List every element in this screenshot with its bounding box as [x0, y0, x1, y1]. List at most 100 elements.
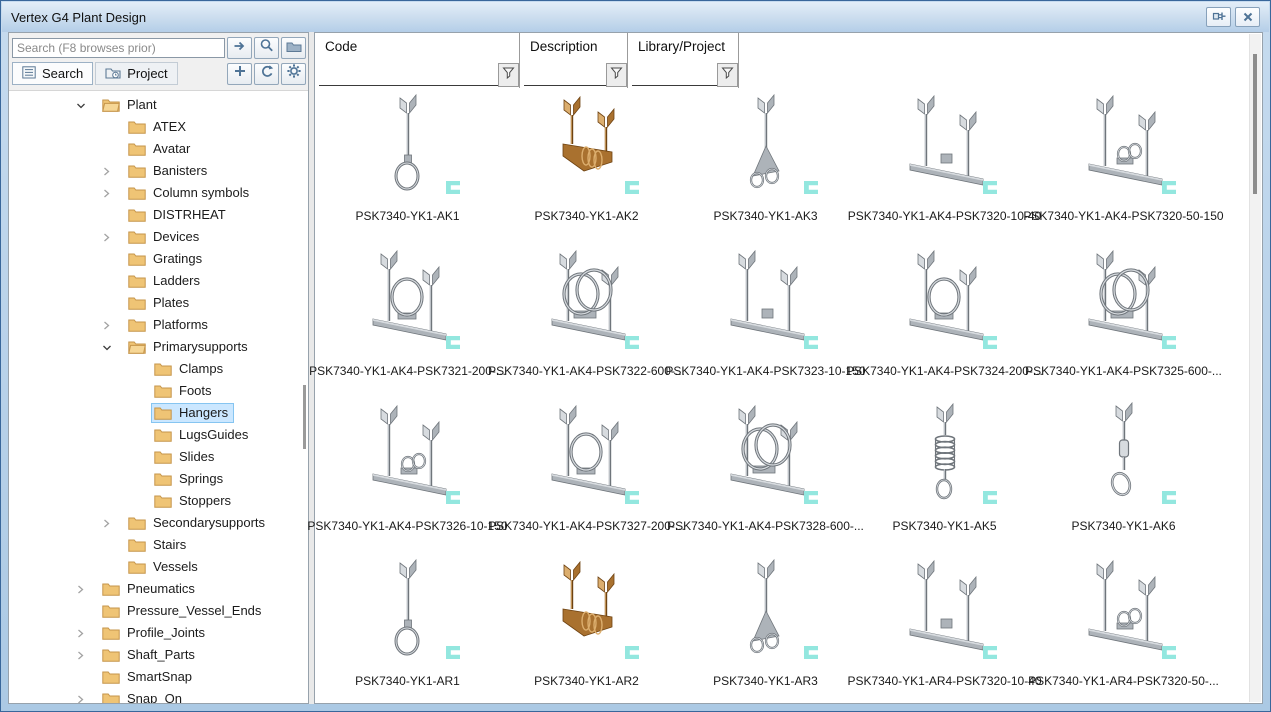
chevron-right-icon[interactable] [76, 651, 100, 660]
part-item-psk7340-yk1-ar4-psk7320-50-[interactable]: PSK7340-YK1-AR4-PSK7320-50-... [1034, 554, 1213, 709]
part-item-psk7340-yk1-ak4-psk7320-10-40[interactable]: PSK7340-YK1-AK4-PSK7320-10-40 [855, 89, 1034, 244]
part-item-psk7340-yk1-ak4-psk7321-200-[interactable]: PSK7340-YK1-AK4-PSK7321-200-... [318, 244, 497, 399]
tree-item-content: Pneumatics [100, 580, 200, 598]
part-item-psk7340-yk1-ak1[interactable]: PSK7340-YK1-AK1 [318, 89, 497, 244]
part-item-psk7340-yk1-ak3[interactable]: PSK7340-YK1-AK3 [676, 89, 855, 244]
settings-button[interactable] [281, 63, 306, 85]
tree-item-distrheat[interactable]: DISTRHEAT [9, 204, 308, 226]
library-filter-button[interactable] [717, 63, 738, 87]
folder-icon [154, 428, 172, 442]
tree-item-platforms[interactable]: Platforms [9, 314, 308, 336]
chevron-right-icon[interactable] [102, 519, 126, 528]
part-item-psk7340-yk1-ak4-psk7325-600-[interactable]: PSK7340-YK1-AK4-PSK7325-600-... [1034, 244, 1213, 399]
part-code-label: PSK7340-YK1-AK4-PSK7324-200-... [843, 364, 1046, 378]
tree-item-label: Avatar [153, 141, 190, 156]
tree-item-avatar[interactable]: Avatar [9, 138, 308, 160]
pin-button[interactable] [1206, 7, 1231, 27]
part-item-psk7340-yk1-ak4-psk7322-600-[interactable]: PSK7340-YK1-AK4-PSK7322-600-... [497, 244, 676, 399]
tree-item-devices[interactable]: Devices [9, 226, 308, 248]
tree-item-springs[interactable]: Springs [9, 468, 308, 490]
refresh-button[interactable] [254, 63, 279, 85]
tree-item-profile-joints[interactable]: Profile_Joints [9, 622, 308, 644]
folder-icon [102, 648, 120, 662]
code-filter-input[interactable] [319, 61, 516, 86]
tree-item-column-symbols[interactable]: Column symbols [9, 182, 308, 204]
search-input[interactable] [12, 38, 225, 58]
code-filter-button[interactable] [498, 63, 519, 87]
tree-item-clamps[interactable]: Clamps [9, 358, 308, 380]
tab-search[interactable]: Search [12, 62, 93, 85]
part-item-psk7340-yk1-ar1[interactable]: PSK7340-YK1-AR1 [318, 554, 497, 709]
tree-item-content: Plates [126, 294, 194, 312]
part-item-psk7340-yk1-ak4-psk7327-200-[interactable]: PSK7340-YK1-AK4-PSK7327-200-... [497, 399, 676, 554]
column-label-code: Code [315, 33, 519, 54]
tree-item-content: Shaft_Parts [100, 646, 200, 664]
tree-item-smartsnap[interactable]: SmartSnap [9, 666, 308, 688]
part-item-psk7340-yk1-ar4-psk7320-10-40[interactable]: PSK7340-YK1-AR4-PSK7320-10-40 [855, 554, 1034, 709]
library-badge-icon [982, 180, 998, 200]
part-item-psk7340-yk1-ak4-psk7324-200-[interactable]: PSK7340-YK1-AK4-PSK7324-200-... [855, 244, 1034, 399]
tab-project[interactable]: Project [95, 62, 177, 85]
tree-item-stoppers[interactable]: Stoppers [9, 490, 308, 512]
tree-item-shaft-parts[interactable]: Shaft_Parts [9, 644, 308, 666]
library-badge-icon [803, 645, 819, 665]
tree-item-lugsguides[interactable]: LugsGuides [9, 424, 308, 446]
chevron-right-icon[interactable] [102, 321, 126, 330]
tree-item-label: DISTRHEAT [153, 207, 226, 222]
tree-item-content: DISTRHEAT [126, 206, 231, 224]
sidebar-toolbar: Search Project [9, 33, 308, 91]
part-item-psk7340-yk1-ak4-psk7328-600-[interactable]: PSK7340-YK1-AK4-PSK7328-600-... [676, 399, 855, 554]
tree-item-stairs[interactable]: Stairs [9, 534, 308, 556]
search-button[interactable] [254, 37, 279, 59]
tree-item-plant[interactable]: Plant [9, 94, 308, 116]
tree-item-hangers[interactable]: Hangers [9, 402, 308, 424]
tree-item-slides[interactable]: Slides [9, 446, 308, 468]
chevron-right-icon[interactable] [76, 629, 100, 638]
column-header-code[interactable]: Code [315, 33, 520, 88]
tree-item-banisters[interactable]: Banisters [9, 160, 308, 182]
folder-icon [128, 230, 146, 244]
tree-item-primarysupports[interactable]: Primarysupports [9, 336, 308, 358]
tree-item-ladders[interactable]: Ladders [9, 270, 308, 292]
tree-item-plates[interactable]: Plates [9, 292, 308, 314]
library-badge-icon [624, 490, 640, 510]
go-button[interactable] [227, 37, 252, 59]
tree-item-pneumatics[interactable]: Pneumatics [9, 578, 308, 600]
column-header-library-project[interactable]: Library/Project [628, 33, 739, 88]
parts-scrollbar-thumb[interactable] [1253, 54, 1257, 194]
part-item-psk7340-yk1-ak6[interactable]: PSK7340-YK1-AK6 [1034, 399, 1213, 554]
tree-item-secondarysupports[interactable]: Secondarysupports [9, 512, 308, 534]
tree-scrollbar-thumb[interactable] [303, 385, 306, 449]
chevron-down-icon[interactable] [102, 343, 126, 352]
chevron-right-icon[interactable] [102, 233, 126, 242]
add-button[interactable] [227, 63, 252, 85]
column-header-description[interactable]: Description [520, 33, 628, 88]
tree-item-vessels[interactable]: Vessels [9, 556, 308, 578]
tree-item-snap-on[interactable]: Snap_On [9, 688, 308, 703]
tree-item-atex[interactable]: ATEX [9, 116, 308, 138]
parts-scrollbar[interactable] [1249, 34, 1261, 702]
tree-item-foots[interactable]: Foots [9, 380, 308, 402]
tree-item-gratings[interactable]: Gratings [9, 248, 308, 270]
chevron-right-icon[interactable] [76, 585, 100, 594]
part-item-psk7340-yk1-ak2[interactable]: PSK7340-YK1-AK2 [497, 89, 676, 244]
tree-item-content: Stairs [126, 536, 191, 554]
part-item-psk7340-yk1-ak5[interactable]: PSK7340-YK1-AK5 [855, 399, 1034, 554]
chevron-down-icon[interactable] [76, 101, 100, 110]
chevron-right-icon[interactable] [102, 189, 126, 198]
part-item-psk7340-yk1-ak4-psk7326-10-150[interactable]: PSK7340-YK1-AK4-PSK7326-10-150 [318, 399, 497, 554]
close-button[interactable] [1235, 7, 1260, 27]
part-code-label: PSK7340-YK1-AR2 [485, 674, 688, 688]
column-label-library-project: Library/Project [628, 33, 738, 54]
description-filter-button[interactable] [606, 63, 627, 87]
part-item-psk7340-yk1-ak4-psk7323-10-150[interactable]: PSK7340-YK1-AK4-PSK7323-10-150 [676, 244, 855, 399]
browse-button[interactable] [281, 37, 306, 59]
part-code-label: PSK7340-YK1-AK5 [843, 519, 1046, 533]
chevron-right-icon[interactable] [76, 695, 100, 704]
part-code-label: PSK7340-YK1-AK4-PSK7321-200-... [306, 364, 509, 378]
part-item-psk7340-yk1-ar2[interactable]: PSK7340-YK1-AR2 [497, 554, 676, 709]
chevron-right-icon[interactable] [102, 167, 126, 176]
tree-item-pressure-vessel-ends[interactable]: Pressure_Vessel_Ends [9, 600, 308, 622]
part-item-psk7340-yk1-ar3[interactable]: PSK7340-YK1-AR3 [676, 554, 855, 709]
part-item-psk7340-yk1-ak4-psk7320-50-150[interactable]: PSK7340-YK1-AK4-PSK7320-50-150 [1034, 89, 1213, 244]
